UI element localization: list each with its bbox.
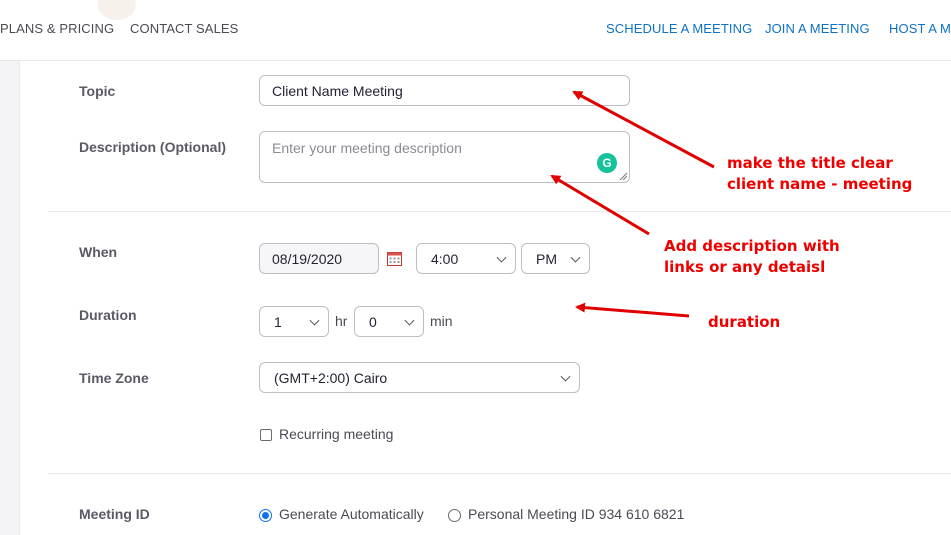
- arrow-to-description: [550, 174, 650, 236]
- annotation-desc-line2: links or any detaisl: [664, 258, 826, 276]
- duration-minutes-select[interactable]: 0: [354, 306, 424, 337]
- description-textarea[interactable]: Enter your meeting description G: [259, 131, 630, 183]
- time-select[interactable]: 4:00: [416, 243, 516, 274]
- duration-minutes-value: 0: [369, 313, 377, 330]
- left-gutter: [0, 61, 20, 535]
- calendar-icon[interactable]: [387, 251, 402, 266]
- grammarly-icon[interactable]: G: [597, 153, 617, 173]
- chevron-down-icon: [570, 252, 581, 263]
- nav-host-meeting[interactable]: HOST A ME: [889, 21, 951, 36]
- hours-unit-label: hr: [335, 313, 348, 329]
- nav-join-meeting[interactable]: JOIN A MEETING: [765, 21, 870, 36]
- date-value: 08/19/2020: [272, 250, 343, 267]
- chevron-down-icon: [404, 315, 415, 326]
- minutes-unit-label: min: [430, 313, 453, 329]
- duration-hours-select[interactable]: 1: [259, 306, 329, 337]
- date-input[interactable]: 08/19/2020: [259, 243, 379, 274]
- section-divider: [48, 473, 951, 474]
- chevron-down-icon: [309, 315, 320, 326]
- generate-automatically-radio[interactable]: [259, 509, 272, 522]
- nav-contact-sales[interactable]: CONTACT SALES: [130, 21, 238, 36]
- timezone-value: (GMT+2:00) Cairo: [274, 369, 388, 386]
- duration-hours-value: 1: [274, 313, 282, 330]
- description-placeholder: Enter your meeting description: [272, 140, 462, 156]
- duration-label: Duration: [79, 307, 137, 323]
- resize-handle-icon[interactable]: [619, 172, 627, 180]
- nav-plans-pricing[interactable]: PLANS & PRICING: [0, 21, 114, 36]
- when-label: When: [79, 244, 118, 260]
- arrow-to-duration: [575, 302, 690, 318]
- timezone-label: Time Zone: [79, 370, 149, 386]
- ampm-value: PM: [536, 250, 557, 267]
- top-navigation-bar: PLANS & PRICING CONTACT SALES SCHEDULE A…: [0, 0, 951, 61]
- personal-meeting-id-label[interactable]: Personal Meeting ID 934 610 6821: [468, 506, 684, 522]
- topic-label: Topic: [79, 83, 116, 99]
- ampm-select[interactable]: PM: [521, 243, 590, 274]
- chevron-down-icon: [496, 252, 507, 263]
- personal-meeting-id-radio[interactable]: [448, 509, 461, 522]
- topic-input[interactable]: Client Name Meeting: [259, 75, 630, 106]
- topic-value: Client Name Meeting: [272, 82, 403, 99]
- chrome-plugin-logo-faded: [98, 0, 136, 20]
- recurring-label[interactable]: Recurring meeting: [279, 426, 393, 442]
- time-value: 4:00: [431, 250, 459, 267]
- annotation-duration: duration: [708, 313, 781, 331]
- annotation-desc-line1: Add description with: [664, 237, 840, 255]
- description-label: Description (Optional): [79, 139, 226, 155]
- annotation-title-line2: client name - meeting: [727, 175, 913, 193]
- section-divider: [48, 211, 951, 212]
- annotation-title-line1: make the title clear: [727, 154, 893, 172]
- timezone-select[interactable]: (GMT+2:00) Cairo: [259, 362, 580, 393]
- meeting-id-label: Meeting ID: [79, 506, 150, 522]
- recurring-checkbox[interactable]: [260, 429, 272, 441]
- chevron-down-icon: [560, 371, 571, 382]
- nav-schedule-meeting[interactable]: SCHEDULE A MEETING: [606, 21, 752, 36]
- generate-automatically-label[interactable]: Generate Automatically: [279, 506, 424, 522]
